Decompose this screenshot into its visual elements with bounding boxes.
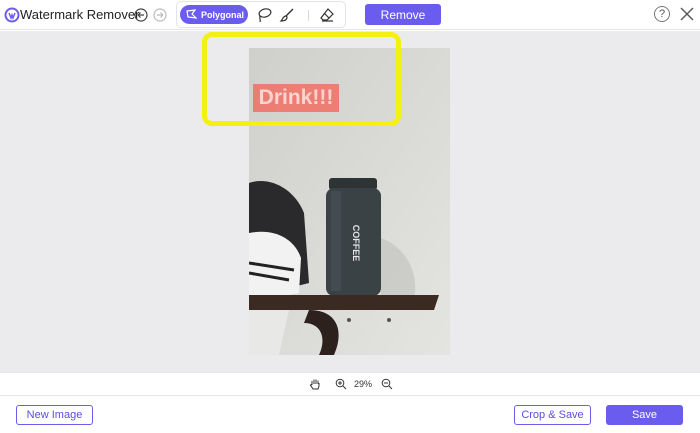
polygonal-icon xyxy=(186,9,197,19)
brush-tool-button[interactable] xyxy=(278,6,296,24)
bottom-bar: New Image Crop & Save Save xyxy=(0,396,700,433)
app-title: Watermark Remover xyxy=(20,7,140,22)
watermark-remover-app: Watermark Remover Polygonal Remove ? COF… xyxy=(0,0,700,433)
undo-icon xyxy=(134,8,148,22)
top-toolbar: Watermark Remover Polygonal Remove ? xyxy=(0,0,700,30)
crop-save-button[interactable]: Crop & Save xyxy=(514,405,591,425)
brush-icon xyxy=(279,8,294,22)
image-canvas[interactable]: COFFEE Drink!!! xyxy=(0,31,700,372)
lasso-icon xyxy=(258,8,272,23)
redo-icon xyxy=(153,8,167,22)
selection-tools-group: Polygonal xyxy=(176,1,346,28)
app-logo-icon xyxy=(4,7,20,23)
highlight-box xyxy=(202,32,401,126)
save-button[interactable]: Save xyxy=(606,405,683,425)
close-button[interactable] xyxy=(679,5,695,23)
eraser-icon xyxy=(320,8,334,22)
remove-button[interactable]: Remove xyxy=(365,4,441,25)
redo-button[interactable] xyxy=(153,8,167,22)
close-icon xyxy=(680,7,694,21)
polygonal-tool-button[interactable]: Polygonal xyxy=(180,5,248,24)
hand-icon xyxy=(309,379,319,389)
zoom-out-icon xyxy=(381,378,393,390)
zoom-in-icon xyxy=(335,378,347,390)
new-image-button[interactable]: New Image xyxy=(16,405,93,425)
zoom-bar: 29% xyxy=(0,372,700,396)
zoom-level: 29% xyxy=(354,379,373,389)
cup-label: COFFEE xyxy=(351,225,361,262)
polygonal-tool-label: Polygonal xyxy=(201,9,245,20)
help-button[interactable]: ? xyxy=(654,6,670,22)
undo-button[interactable] xyxy=(134,8,148,22)
lasso-tool-button[interactable] xyxy=(255,6,273,24)
zoom-out-button[interactable] xyxy=(380,377,394,391)
hand-tool-button[interactable] xyxy=(308,377,322,391)
zoom-in-button[interactable] xyxy=(334,377,348,391)
tool-divider xyxy=(308,10,309,21)
eraser-tool-button[interactable] xyxy=(318,6,336,24)
